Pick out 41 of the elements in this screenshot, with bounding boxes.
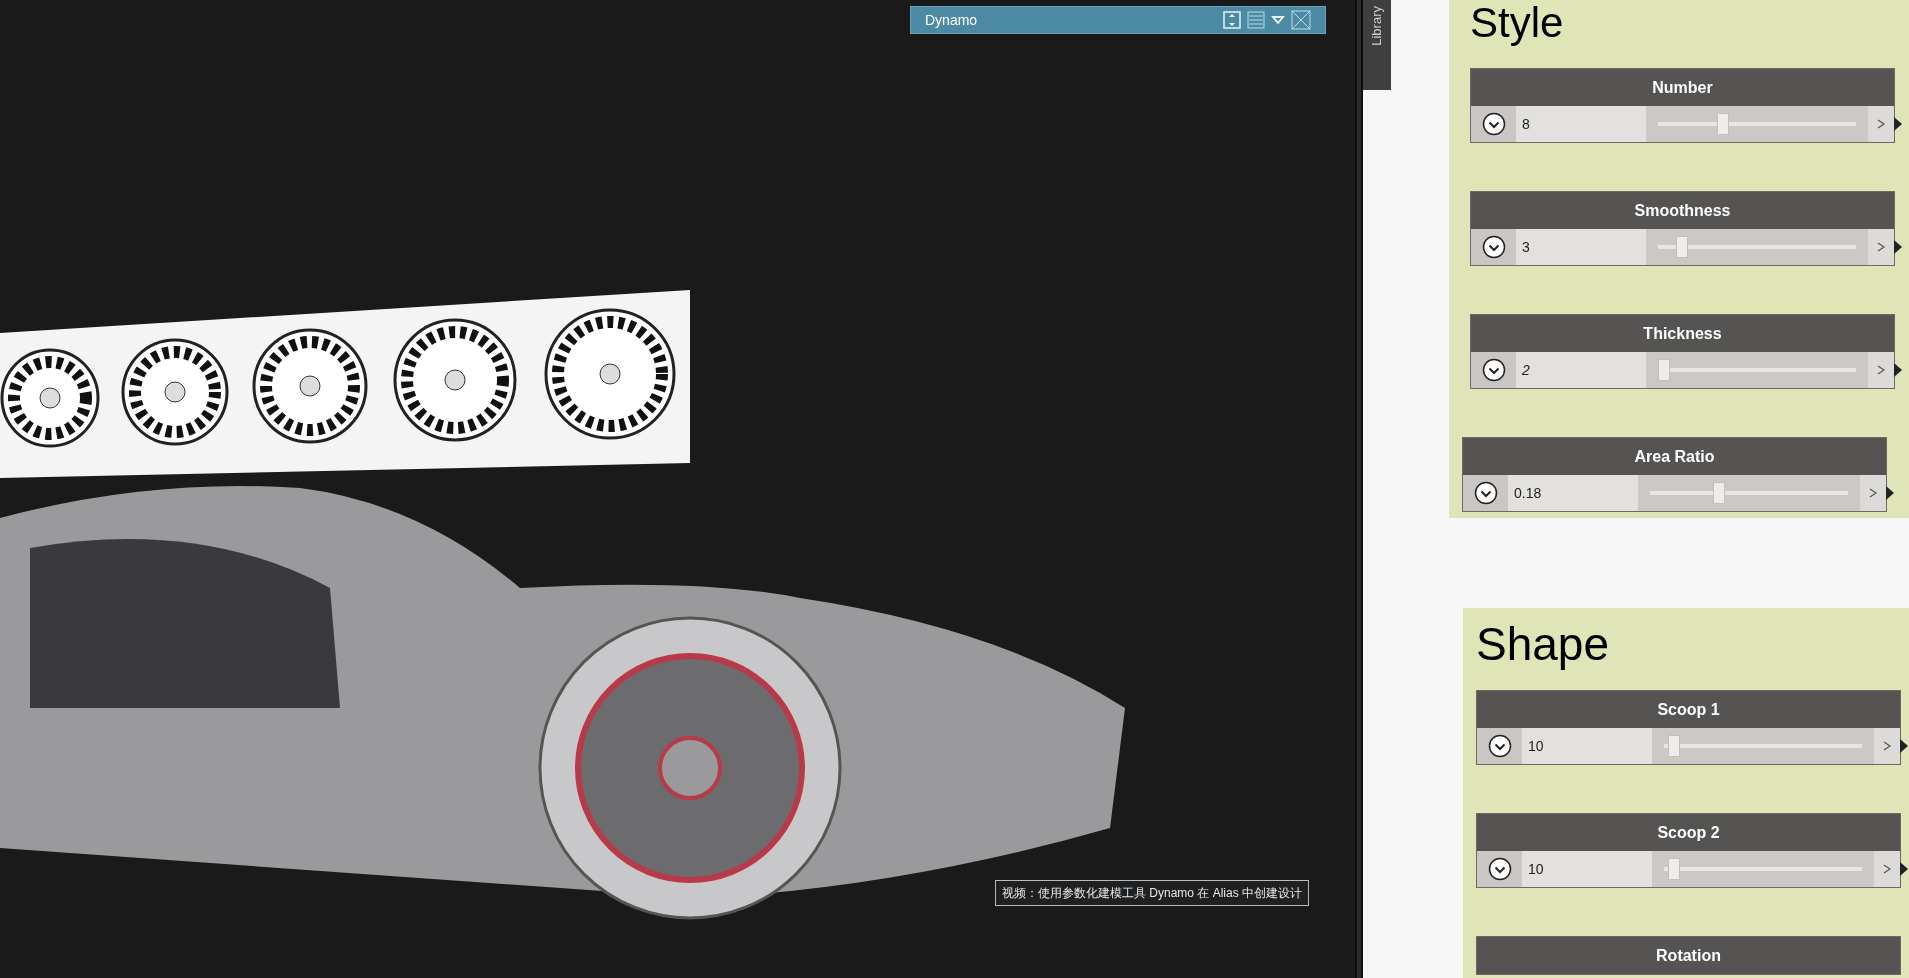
value-field[interactable]: 10 [1522,728,1652,764]
slider-thumb[interactable] [1657,359,1670,381]
resize-icon[interactable] [1223,11,1241,29]
value-field[interactable]: 2 [1516,352,1646,388]
library-tab[interactable]: Library [1363,0,1391,90]
group-title: Shape [1476,617,1610,672]
slider-thumb[interactable] [1667,858,1680,880]
slider[interactable] [1652,728,1874,764]
expand-toggle-icon[interactable] [1477,728,1522,764]
panel-title: Dynamo [925,10,979,30]
slider[interactable] [1646,229,1868,265]
node-title: Thickness [1471,315,1894,352]
value-field[interactable]: 8 [1516,106,1646,142]
slider[interactable] [1652,851,1874,887]
dropdown-icon[interactable] [1271,13,1285,27]
list-icon[interactable] [1247,11,1265,29]
node-title: Number [1471,69,1894,106]
node-title: Scoop 2 [1477,814,1900,851]
slider-thumb[interactable] [1717,113,1730,135]
expand-toggle-icon[interactable] [1471,352,1516,388]
expand-toggle-icon[interactable] [1463,475,1508,511]
node-title: Smoothness [1471,192,1894,229]
expand-toggle-icon[interactable] [1477,851,1522,887]
expand-toggle-icon[interactable] [1471,229,1516,265]
value-field[interactable]: 0.18 [1508,475,1638,511]
slider-thumb[interactable] [1713,482,1726,504]
value-field[interactable]: 10 [1522,851,1652,887]
slider[interactable] [1646,106,1868,142]
video-caption: 视频：使用参数化建模工具 Dynamo 在 Alias 中创建设计 [995,880,1310,906]
node-title: Scoop 1 [1477,691,1900,728]
node-title: Area Ratio [1463,438,1886,475]
slider[interactable] [1646,352,1868,388]
group-title: Style [1470,0,1565,46]
slider-thumb[interactable] [1675,236,1688,258]
slider-thumb[interactable] [1667,735,1680,757]
value-field[interactable]: 3 [1516,229,1646,265]
close-icon[interactable] [1291,10,1311,30]
expand-toggle-icon[interactable] [1471,106,1516,142]
node-title: Rotation [1477,937,1900,974]
slider[interactable] [1638,475,1860,511]
splitter-bar[interactable] [1355,0,1363,978]
